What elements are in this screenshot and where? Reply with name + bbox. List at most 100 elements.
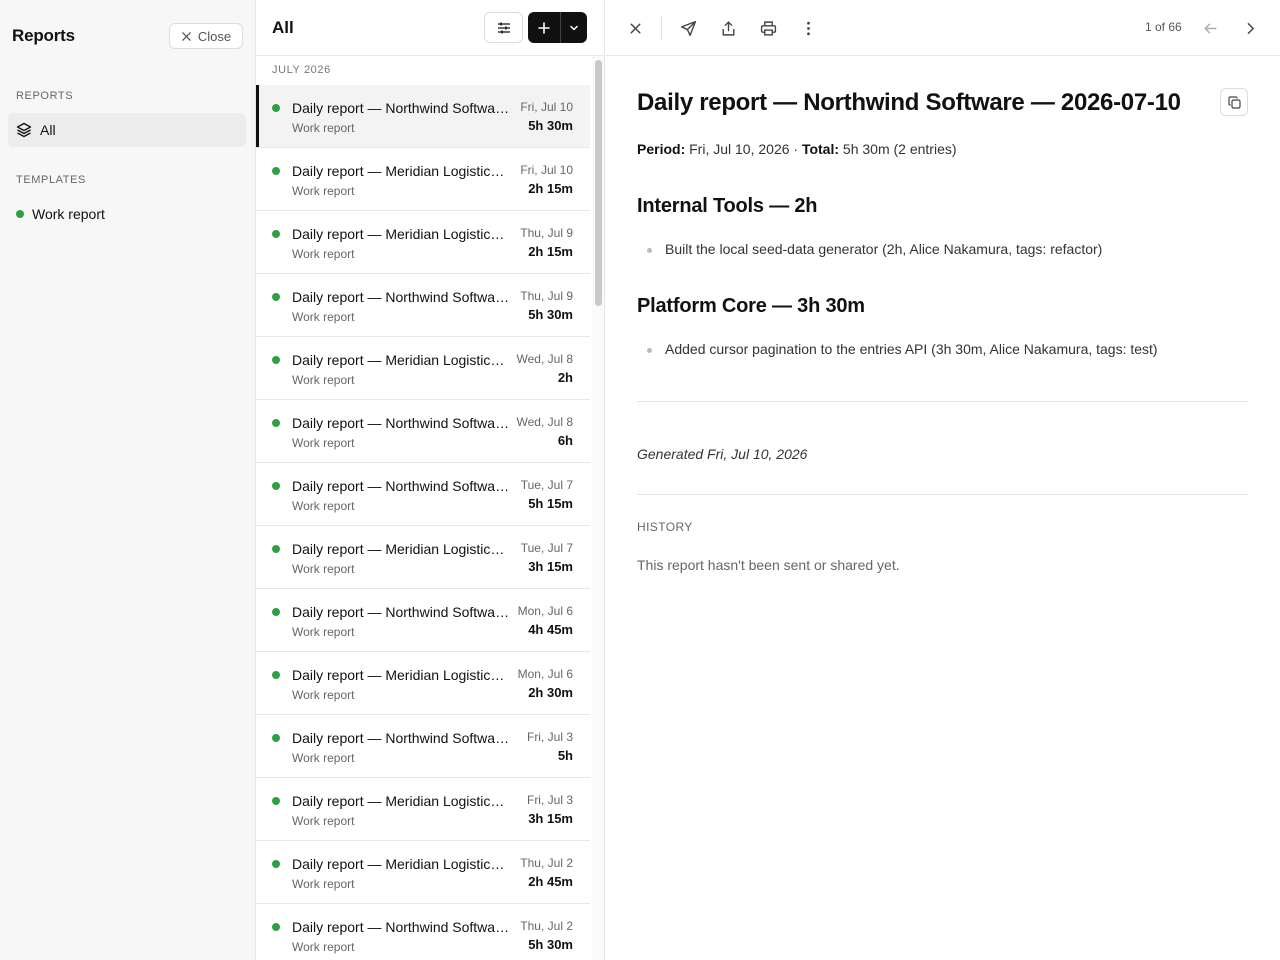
report-item-date: Mon, Jul 6 (517, 667, 573, 681)
next-report-button[interactable] (1238, 16, 1262, 40)
section-entry: Added cursor pagination to the entries A… (647, 341, 1158, 357)
month-group-label: JULY 2026 (272, 64, 331, 76)
report-item-duration: 3h 15m (528, 559, 573, 574)
report-detail: 1 of 66 Daily report — Northwind Softwar… (606, 0, 1280, 960)
report-list-item[interactable]: Daily report — Northwind Software — 2026… (256, 589, 590, 652)
section-heading: Internal Tools — 2h (637, 195, 818, 217)
report-item-template: Work report (292, 310, 355, 324)
copy-button[interactable] (1220, 88, 1248, 116)
layers-icon (16, 122, 32, 138)
close-icon (630, 23, 640, 33)
close-button[interactable]: Close (169, 23, 243, 49)
generated-note: Generated Fri, Jul 10, 2026 (637, 446, 808, 462)
sliders-icon (497, 22, 510, 33)
reports-section-label: REPORTS (16, 90, 74, 102)
arrow-left-icon (1203, 23, 1217, 33)
status-dot (272, 419, 280, 427)
sidebar-item-work-report[interactable]: Work report (16, 204, 105, 224)
report-item-title: Daily report — Northwind Software — 2026… (292, 730, 510, 746)
status-dot (272, 734, 280, 742)
status-dot (272, 923, 280, 931)
report-item-template: Work report (292, 751, 355, 765)
report-item-title: Daily report — Meridian Logistics — 2026… (292, 163, 510, 179)
close-detail-button[interactable] (623, 16, 647, 40)
report-item-title: Daily report — Northwind Software — 2026… (292, 478, 510, 494)
report-item-title: Daily report — Meridian Logistics — 2026… (292, 667, 510, 683)
close-icon (182, 31, 191, 41)
report-item-template: Work report (292, 247, 355, 261)
status-dot (272, 293, 280, 301)
report-item-duration: 2h 15m (528, 181, 573, 196)
report-list: Daily report — Northwind Software — 2026… (256, 85, 590, 960)
report-list-item[interactable]: Daily report — Meridian Logistics — 2026… (256, 211, 590, 274)
period-label: Period: (637, 141, 686, 157)
report-list-item[interactable]: Daily report — Meridian Logistics — 2026… (256, 778, 590, 841)
chevron-down-icon (570, 25, 578, 30)
plus-icon (538, 21, 550, 34)
report-item-template: Work report (292, 436, 355, 450)
send-button[interactable] (676, 16, 700, 40)
report-item-title: Daily report — Meridian Logistics — 2026… (292, 541, 510, 557)
report-list-item[interactable]: Daily report — Meridian Logistics — 2026… (256, 337, 590, 400)
report-list-item[interactable]: Daily report — Northwind Software — 2026… (256, 85, 590, 148)
report-item-duration: 5h 15m (528, 496, 573, 511)
close-button-label: Close (197, 28, 232, 44)
report-list-item[interactable]: Daily report — Meridian Logistics — 2026… (256, 652, 590, 715)
report-item-template: Work report (292, 373, 355, 387)
report-item-title: Daily report — Northwind Software — 2026… (292, 100, 510, 116)
report-list-item[interactable]: Daily report — Meridian Logistics — 2026… (256, 841, 590, 904)
report-item-template: Work report (292, 184, 355, 198)
add-report-button[interactable] (528, 12, 561, 43)
report-item-template: Work report (292, 688, 355, 702)
report-counter: 1 of 66 (1145, 20, 1182, 34)
list-header: All (256, 0, 604, 56)
report-list-item[interactable]: Daily report — Meridian Logistics — 2026… (256, 526, 590, 589)
print-button[interactable] (756, 16, 780, 40)
status-dot (272, 545, 280, 553)
report-item-date: Wed, Jul 8 (516, 415, 573, 429)
report-list-item[interactable]: Daily report — Meridian Logistics — 2026… (256, 148, 590, 211)
previous-report-button[interactable] (1198, 16, 1222, 40)
status-dot (272, 167, 280, 175)
status-dot (16, 210, 24, 218)
detail-toolbar: 1 of 66 (606, 0, 1280, 56)
report-item-title: Daily report — Meridian Logistics — 2026… (292, 856, 510, 872)
status-dot (272, 356, 280, 364)
status-dot (272, 797, 280, 805)
report-item-duration: 4h 45m (528, 622, 573, 637)
report-list-item[interactable]: Daily report — Northwind Software — 2026… (256, 715, 590, 778)
add-report-menu-button[interactable] (561, 12, 587, 43)
status-dot (272, 230, 280, 238)
report-item-title: Daily report — Meridian Logistics — 2026… (292, 793, 510, 809)
filter-button[interactable] (484, 12, 523, 43)
report-item-template: Work report (292, 499, 355, 513)
section-heading: Platform Core — 3h 30m (637, 295, 865, 317)
report-item-date: Thu, Jul 9 (520, 226, 573, 240)
share-button[interactable] (716, 16, 740, 40)
report-item-date: Tue, Jul 7 (520, 541, 573, 555)
copy-icon (1227, 95, 1241, 109)
report-list-item[interactable]: Daily report — Northwind Software — 2026… (256, 904, 590, 960)
report-item-date: Thu, Jul 2 (520, 856, 573, 870)
sidebar: Reports Close REPORTS All TEMPLATES Work… (0, 0, 256, 960)
list-scrollbar[interactable] (592, 56, 604, 960)
report-item-date: Mon, Jul 6 (517, 604, 573, 618)
report-title: Daily report — Northwind Software — 2026… (637, 89, 1181, 116)
report-item-title: Daily report — Northwind Software — 2026… (292, 289, 510, 305)
report-item-duration: 5h 30m (528, 118, 573, 133)
report-item-date: Fri, Jul 3 (526, 730, 573, 744)
more-actions-button[interactable] (796, 16, 820, 40)
report-item-title: Daily report — Northwind Software — 2026… (292, 919, 510, 935)
report-item-duration: 5h 30m (528, 937, 573, 952)
report-list-item[interactable]: Daily report — Northwind Software — 2026… (256, 400, 590, 463)
report-item-title: Daily report — Northwind Software — 2026… (292, 415, 510, 431)
sidebar-item-all-label: All (40, 122, 56, 138)
divider (637, 494, 1248, 495)
report-item-duration: 2h 30m (528, 685, 573, 700)
sidebar-item-all[interactable]: All (8, 113, 246, 147)
report-item-template: Work report (292, 625, 355, 639)
report-item-duration: 6h (557, 433, 573, 448)
report-list-item[interactable]: Daily report — Northwind Software — 2026… (256, 463, 590, 526)
report-list-item[interactable]: Daily report — Northwind Software — 2026… (256, 274, 590, 337)
scrollbar-thumb[interactable] (595, 60, 602, 306)
